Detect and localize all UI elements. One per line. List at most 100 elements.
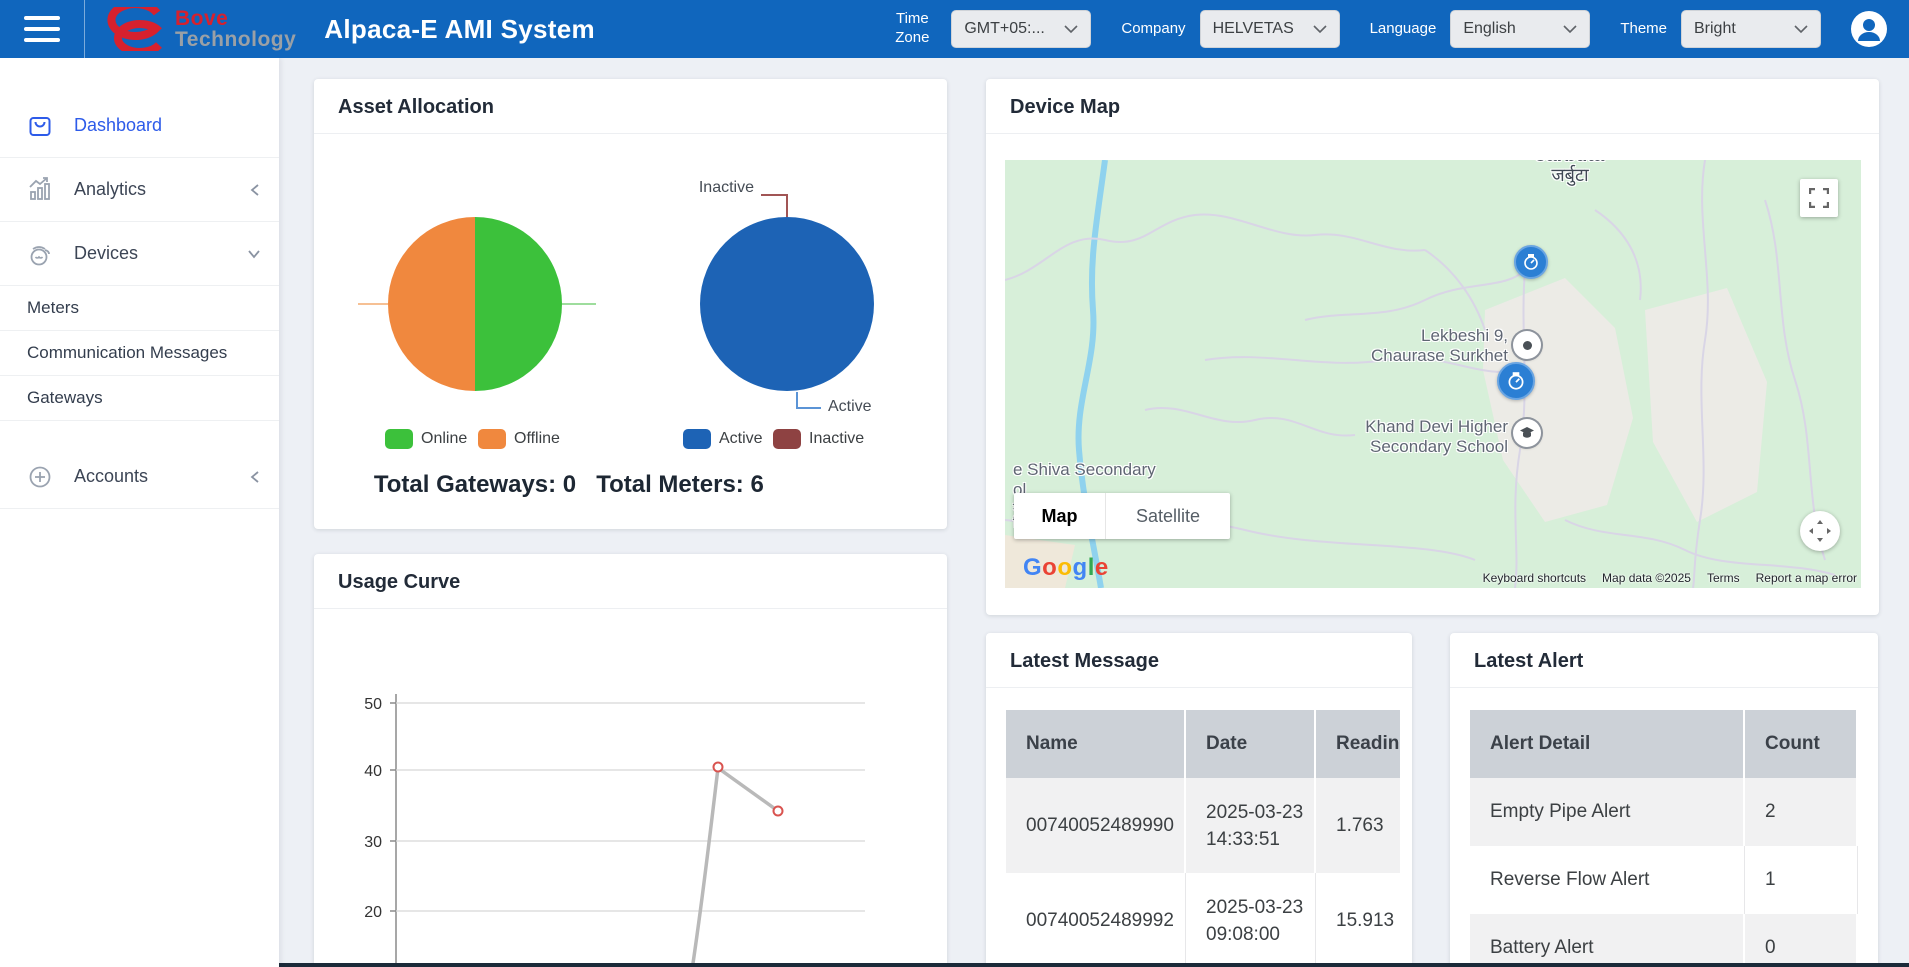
pie-callout-active: Active (828, 398, 872, 416)
google-logo[interactable]: Google (1023, 554, 1109, 582)
card-title: Device Map (986, 79, 1879, 133)
ytick-30: 30 (364, 834, 382, 851)
cell-count: 1 (1745, 846, 1858, 914)
analytics-icon (26, 176, 54, 204)
theme-select[interactable]: Bright (1681, 10, 1821, 48)
date-line: 2025-03-23 (1206, 799, 1303, 826)
table-header-row: Name Date Reading (1006, 710, 1400, 778)
latest-alert-table: Alert Detail Count Empty Pipe Alert 2 Re… (1470, 710, 1858, 967)
app-header: Bove Technology Alpaca-E AMI System Time… (0, 0, 1909, 58)
cell-reading: 1.763 (1316, 778, 1400, 873)
sidebar-item-communication-messages[interactable]: Communication Messages (0, 331, 279, 376)
google-letter: l (1088, 554, 1095, 581)
pie-callout-line (562, 303, 596, 305)
active-swatch (683, 429, 711, 449)
total-gateways: Total Gateways: 0 (374, 471, 576, 499)
language-label: Language (1370, 20, 1437, 39)
table-row: Battery Alert 0 (1470, 914, 1858, 967)
map-label-line: Lekbeshi 9, (1308, 326, 1508, 346)
table-row: Empty Pipe Alert 2 (1470, 778, 1858, 846)
keyboard-shortcuts-link[interactable]: Keyboard shortcuts (1483, 571, 1586, 585)
sidebar-item-accounts[interactable]: Accounts (0, 445, 279, 509)
table-row: 00740052489992 2025-03-23 09:08:00 15.91… (1006, 873, 1400, 967)
cell-alert-detail: Empty Pipe Alert (1470, 778, 1745, 846)
legend-offline: Offline (478, 429, 560, 449)
map-label-khand-devi: Khand Devi Higher Secondary School (1308, 417, 1508, 457)
lekbeshi-marker[interactable] (1513, 331, 1541, 359)
map-label-line: Secondary School (1308, 437, 1508, 457)
card-divider (314, 608, 947, 609)
online-swatch (385, 429, 413, 449)
ytick-20: 20 (364, 904, 382, 921)
company-select[interactable]: HELVETAS (1200, 10, 1340, 48)
card-title: Usage Curve (314, 554, 947, 608)
pie-callout-line (358, 303, 388, 305)
device-marker[interactable] (1497, 362, 1535, 400)
cell-reading: 15.913 (1316, 873, 1400, 967)
table-row: 00740052489990 2025-03-23 14:33:51 1.763 (1006, 778, 1400, 873)
hamburger-menu-icon[interactable] (24, 16, 60, 42)
page-title: Alpaca-E AMI System (324, 14, 595, 45)
timezone-value: GMT+05:... (964, 20, 1044, 38)
map-label-line: Chaurase Surkhet (1308, 346, 1508, 366)
usage-line-chart: 50 40 30 20 (314, 612, 947, 967)
map-button[interactable]: Map (1014, 493, 1106, 539)
date-line: 2025-03-23 (1206, 894, 1303, 921)
total-meters: Total Meters: 6 (596, 471, 764, 499)
devices-icon (26, 240, 54, 268)
legend-label: Online (421, 430, 467, 448)
device-marker[interactable] (1514, 245, 1548, 279)
map-attribution: Keyboard shortcuts Map data ©2025 Terms … (1483, 571, 1857, 585)
timezone-select[interactable]: GMT+05:... (951, 10, 1091, 48)
theme-label: Theme (1620, 20, 1667, 39)
brand-name-2: Technology (175, 29, 296, 50)
sidebar-item-analytics[interactable]: Analytics (0, 158, 279, 222)
sidebar-item-devices[interactable]: Devices (0, 222, 279, 286)
brand-name: Bove (175, 8, 296, 29)
accounts-icon (26, 463, 54, 491)
legend-online: Online (385, 429, 467, 449)
ytick-40: 40 (364, 763, 382, 780)
map-label-line: e Shiva Secondary (1013, 460, 1156, 480)
cell-name: 00740052489990 (1006, 778, 1186, 873)
school-marker[interactable] (1513, 419, 1541, 447)
sidebar-subitem-label: Gateways (27, 388, 103, 408)
language-select[interactable]: English (1450, 10, 1590, 48)
sidebar-item-label: Analytics (74, 179, 146, 200)
terms-link[interactable]: Terms (1707, 571, 1740, 585)
sidebar-item-label: Devices (74, 243, 138, 264)
cell-date: 2025-03-23 14:33:51 (1186, 778, 1316, 873)
water-meter-icon (1521, 252, 1541, 272)
chevron-down-icon (247, 248, 261, 260)
cell-count: 2 (1745, 778, 1858, 846)
report-map-error-link[interactable]: Report a map error (1756, 571, 1857, 585)
pie-callout-line (761, 194, 788, 196)
sidebar-item-meters[interactable]: Meters (0, 286, 279, 331)
google-letter: g (1073, 554, 1088, 581)
header-divider (84, 0, 85, 58)
google-map[interactable]: Jarbuta जर्बुटा Lekbeshi 9, Chaurase Sur… (1005, 160, 1861, 588)
usage-curve-card: Usage Curve 50 40 30 20 (314, 554, 947, 967)
user-avatar[interactable] (1851, 11, 1887, 47)
chevron-left-icon (249, 470, 261, 484)
satellite-button[interactable]: Satellite (1106, 493, 1230, 539)
chevron-down-icon (1313, 25, 1327, 34)
brand-logo: Bove Technology (107, 7, 296, 51)
sidebar-item-dashboard[interactable]: Dashboard (0, 94, 279, 158)
chevron-down-icon (1794, 25, 1808, 34)
sidebar-item-gateways[interactable]: Gateways (0, 376, 279, 421)
latest-alert-card: Latest Alert Alert Detail Count Empty Pi… (1450, 633, 1878, 967)
device-map-card: Device Map Jarbuta जर्बुटा (986, 79, 1879, 615)
dashboard-icon (26, 112, 54, 140)
table-row: Reverse Flow Alert 1 (1470, 846, 1858, 914)
map-data-label: Map data ©2025 (1602, 571, 1691, 585)
column-header-name: Name (1006, 710, 1186, 778)
pan-control[interactable] (1800, 511, 1840, 551)
bottom-edge-strip (0, 963, 1909, 967)
fullscreen-button[interactable] (1800, 179, 1838, 217)
google-letter: o (1042, 554, 1057, 581)
asset-allocation-card: Asset Allocation Inactive Active Online … (314, 79, 947, 529)
fullscreen-icon (1809, 188, 1829, 208)
timezone-label: Time Zone (887, 10, 937, 48)
cell-name: 00740052489992 (1006, 873, 1186, 967)
